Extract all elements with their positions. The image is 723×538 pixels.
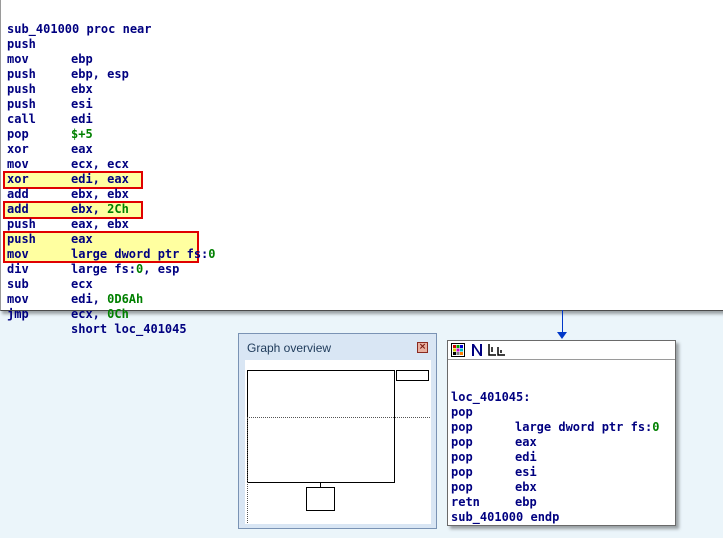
- overview-canvas[interactable]: [245, 360, 431, 524]
- operand: ecx, 0Ch: [71, 307, 129, 321]
- code-block-sub-401000[interactable]: sub_401000 proc near push ebp mov ebp, e…: [0, 0, 723, 336]
- asm-line[interactable]: sub_401000 proc near: [7, 7, 152, 36]
- color-palette-icon[interactable]: [451, 343, 465, 357]
- operand: large fs:0, esp: [71, 262, 180, 276]
- operand: edi: [515, 450, 537, 464]
- operand: edi, eax: [71, 172, 129, 186]
- operand: ebx, 2Ch: [71, 202, 129, 216]
- operand: ebx: [515, 480, 537, 494]
- asm-line[interactable]: retn: [451, 480, 480, 509]
- asm-line[interactable]: pop edi: [451, 420, 537, 464]
- asm-line[interactable]: pop eax: [451, 405, 537, 449]
- operand: ebp: [515, 495, 537, 509]
- operand: esi: [71, 97, 93, 111]
- operand: ebp, esp: [71, 67, 129, 81]
- flow-edge[interactable]: [562, 310, 563, 334]
- operand: eax: [71, 232, 93, 246]
- operand: short loc_401045: [71, 322, 187, 336]
- operand: large dword ptr fs:0: [71, 247, 216, 261]
- operand: large dword ptr fs:0: [515, 420, 660, 434]
- mnemonic: jmp: [7, 307, 29, 321]
- operand: ecx: [71, 277, 93, 291]
- asm-line[interactable]: push ebp: [7, 22, 93, 66]
- operand: ecx, ecx: [71, 157, 129, 171]
- asm-line[interactable]: add eax, ebx: [7, 187, 129, 231]
- overview-viewport[interactable]: [247, 417, 430, 523]
- arrow-down-icon: [557, 332, 567, 339]
- asm-line[interactable]: div ecx: [7, 247, 93, 291]
- asm-line[interactable]: mov ebp, esp: [7, 37, 129, 81]
- asm-line[interactable]: push ebx: [7, 52, 93, 96]
- asm-line[interactable]: call $+5: [7, 97, 93, 141]
- asm-line[interactable]: mov ecx, 0Ch: [7, 277, 129, 321]
- operand: ebx: [71, 82, 93, 96]
- asm-line[interactable]: pop ebx: [451, 450, 537, 494]
- node-header: [448, 341, 675, 360]
- asm-line[interactable]: xor ecx, ecx: [7, 127, 129, 171]
- asm-line[interactable]: push eax: [7, 202, 93, 246]
- asm-line[interactable]: sub_401000 endp: [451, 495, 559, 524]
- overview-viewport-handle[interactable]: [396, 370, 429, 381]
- asm-line[interactable]: mov edi, eax: [7, 142, 129, 186]
- overview-title: Graph overview: [247, 341, 332, 355]
- operand: eax: [515, 435, 537, 449]
- operand: eax: [71, 142, 93, 156]
- asm-line[interactable]: mov large fs:0, esp: [7, 232, 179, 276]
- close-icon[interactable]: ×: [417, 342, 428, 353]
- asm-line[interactable]: pop eax: [7, 112, 93, 156]
- asm-line[interactable]: pop large dword ptr fs:0: [451, 390, 660, 434]
- operand: eax, ebx: [71, 217, 129, 231]
- operand: esi: [515, 465, 537, 479]
- code-block-loc-401045[interactable]: loc_401045: pop large dword ptr fs:0 pop…: [447, 340, 676, 526]
- asm-line[interactable]: loc_401045:: [451, 375, 530, 404]
- asm-line[interactable]: push edi: [7, 82, 93, 126]
- asm-line[interactable]: push large dword ptr fs:0: [7, 217, 216, 261]
- asm-line[interactable]: jmp short loc_401045: [7, 292, 187, 336]
- asm-line[interactable]: push esi: [7, 67, 93, 111]
- group-nodes-icon[interactable]: [488, 343, 506, 357]
- operand: edi, 0D6Ah: [71, 292, 144, 306]
- operand: ebp: [71, 52, 93, 66]
- asm-line[interactable]: sub edi, 0D6Ah: [7, 262, 143, 306]
- asm-line[interactable]: pop ebp: [451, 465, 537, 509]
- asm-line[interactable]: pop esi: [451, 435, 537, 479]
- rename-node-icon[interactable]: [470, 343, 484, 357]
- operand: edi: [71, 112, 93, 126]
- operand: ebx, ebx: [71, 187, 129, 201]
- asm-line[interactable]: add ebx, 2Ch: [7, 172, 129, 216]
- graph-overview-window[interactable]: Graph overview ×: [238, 333, 437, 529]
- label: sub_401000 endp: [451, 510, 560, 524]
- asm-line[interactable]: xor ebx, ebx: [7, 157, 129, 201]
- operand: $+5: [71, 127, 93, 141]
